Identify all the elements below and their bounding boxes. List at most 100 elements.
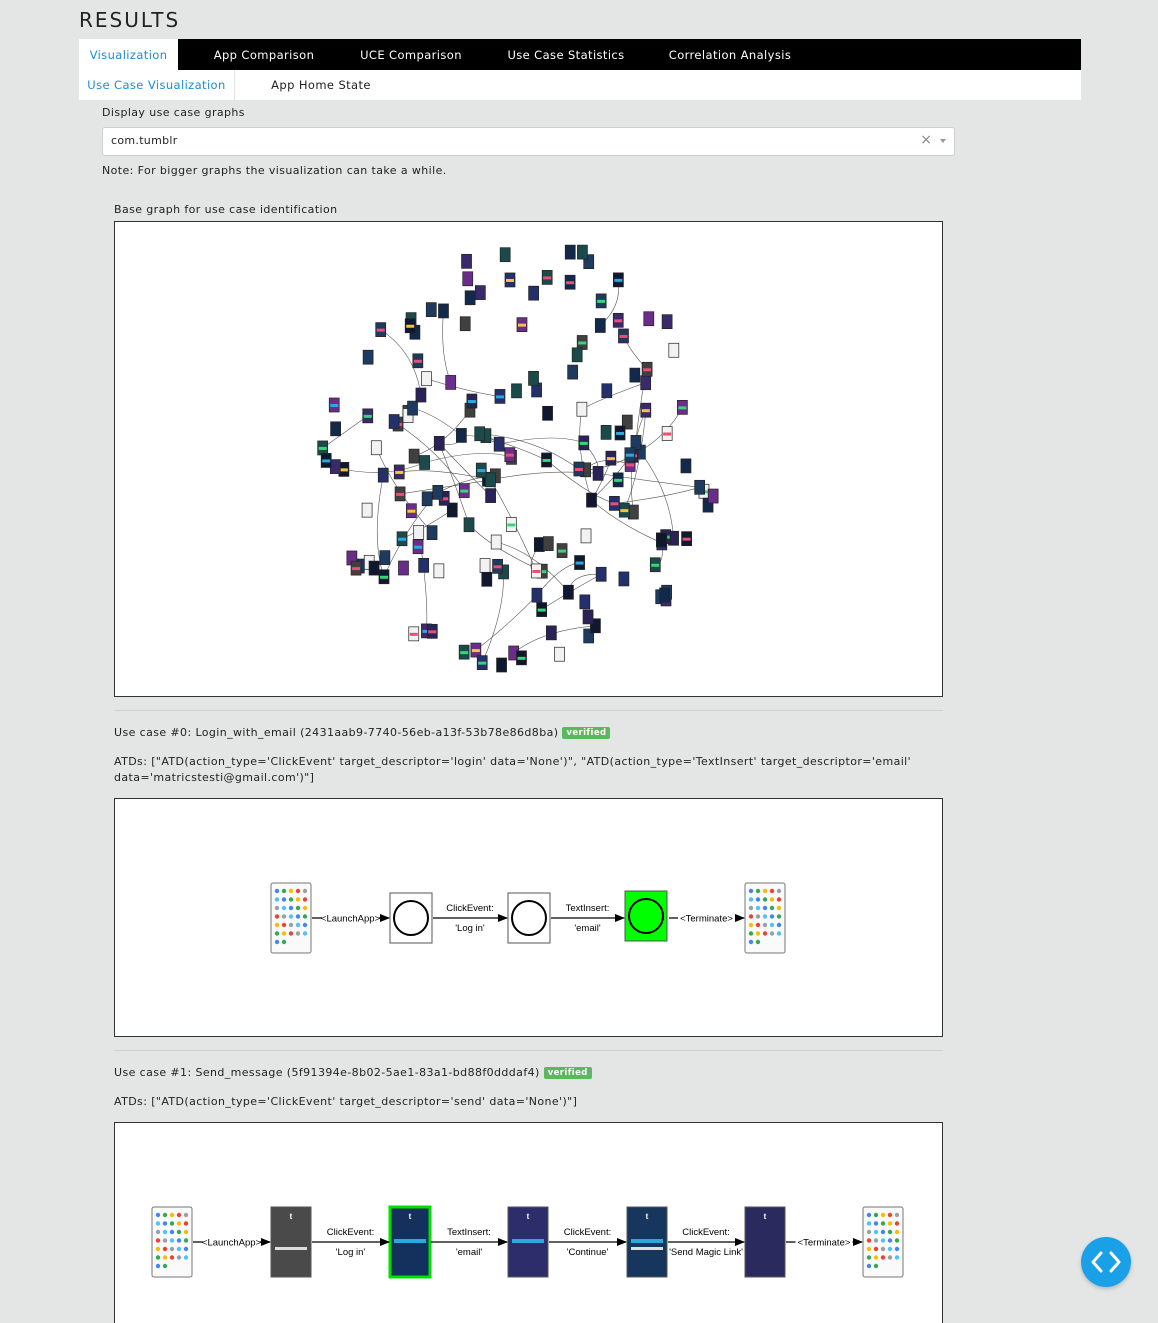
graph-node-thumbnail: [379, 550, 391, 565]
graph-node-thumbnail: [543, 276, 552, 280]
graph-node-thumbnail: [597, 299, 606, 303]
graph-node-thumbnail: [462, 271, 474, 287]
graph-node-thumbnail: [330, 421, 341, 437]
screen-thumbnail: t: [388, 1205, 432, 1279]
graph-node-thumbnail: [574, 468, 583, 472]
edge-label: TextInsert:: [566, 903, 610, 914]
tab-use-case-statistics[interactable]: Use Case Statistics: [472, 39, 660, 70]
verified-badge: verified: [543, 1067, 592, 1079]
tab-uce-comparison[interactable]: UCE Comparison: [350, 39, 472, 70]
graph-node-thumbnail: [479, 558, 491, 573]
use-case-0-graph[interactable]: <LaunchApp> ClickEvent: 'Log in' TextInsert…: [114, 798, 943, 1037]
graph-node-thumbnail: [493, 565, 502, 569]
graph-node-thumbnail: [505, 453, 514, 457]
graph-node-thumbnail: [618, 571, 630, 587]
graph-node-thumbnail: [542, 405, 553, 421]
graph-node-thumbnail: [571, 347, 583, 363]
chevron-down-icon[interactable]: [940, 139, 946, 143]
graph-node-thumbnail: [582, 609, 594, 625]
section-divider: [114, 1050, 943, 1051]
graph-node-thumbnail: [546, 625, 557, 641]
graph-node-thumbnail: [610, 502, 619, 506]
graph-node-thumbnail: [495, 395, 504, 399]
graph-node-thumbnail: [600, 425, 612, 440]
graph-node-thumbnail: [433, 436, 445, 451]
code-view-button[interactable]: [1081, 1237, 1131, 1287]
base-graph-nodes: [317, 244, 719, 673]
graph-select-dropdown[interactable]: com.tumblr ×: [102, 127, 955, 156]
tab-visualization[interactable]: Visualization: [79, 39, 178, 70]
edge-label: ClickEvent:: [564, 1227, 612, 1238]
graph-node-thumbnail: [661, 314, 673, 330]
graph-node-thumbnail: [707, 488, 719, 504]
base-graph-canvas[interactable]: [114, 221, 943, 697]
graph-node-thumbnail: [606, 457, 615, 461]
graph-edge: [442, 310, 452, 383]
note-text: Note: For bigger graphs the visualizatio…: [102, 164, 447, 177]
graph-node-thumbnail: [511, 383, 522, 399]
graph-node-thumbnail: [370, 440, 382, 456]
edge-label: 'Continue': [567, 1247, 609, 1258]
graph-node-thumbnail: [625, 453, 634, 457]
graph-node-thumbnail: [471, 649, 480, 653]
screen-thumbnail: t: [270, 1206, 312, 1278]
graph-node-thumbnail: [460, 489, 469, 493]
screen-thumbnail: t: [507, 1206, 549, 1278]
main-tab-bar: Visualization App Comparison UCE Compari…: [79, 39, 1081, 70]
graph-node-thumbnail: [564, 244, 576, 260]
final-state-node: [624, 890, 668, 942]
graph-node-thumbnail: [499, 247, 511, 263]
graph-node-thumbnail: [655, 532, 667, 548]
graph-node-thumbnail: [478, 661, 487, 665]
use-case-0-heading: Use case #0: Login_with_email (2431aab9-…: [114, 726, 611, 739]
graph-edge: [426, 378, 500, 397]
graph-node-thumbnail: [601, 383, 613, 399]
graph-node-thumbnail: [626, 463, 635, 467]
use-case-1-graph[interactable]: t t t t t <LaunchApp> ClickEvent: 'Log in' TextI…: [114, 1122, 943, 1323]
graph-node-thumbnail: [415, 387, 427, 403]
graph-node-thumbnail: [619, 334, 628, 338]
sub-tab-bar: Use Case Visualization App Home State: [79, 70, 1081, 100]
state-node: [389, 892, 433, 944]
graph-node-thumbnail: [409, 632, 418, 636]
graph-node-thumbnail: [614, 278, 623, 282]
tab-app-comparison[interactable]: App Comparison: [178, 39, 350, 70]
tab-correlation-analysis[interactable]: Correlation Analysis: [660, 39, 800, 70]
graph-node-thumbnail: [459, 316, 471, 332]
graph-node-thumbnail: [506, 278, 515, 282]
graph-node-thumbnail: [668, 342, 680, 358]
graph-edge: [614, 486, 700, 504]
graph-node-thumbnail: [376, 328, 385, 332]
graph-node-thumbnail: [563, 584, 574, 600]
tumblr-logo-icon: t: [646, 1212, 649, 1221]
edge-label: ClickEvent:: [446, 903, 494, 914]
graph-node-thumbnail: [577, 244, 588, 260]
clear-icon[interactable]: ×: [920, 132, 932, 148]
subtab-app-home-state[interactable]: App Home State: [235, 70, 407, 100]
graph-node-thumbnail: [694, 479, 706, 495]
code-brackets-icon: [1091, 1251, 1121, 1273]
graph-edge: [475, 594, 538, 651]
graph-node-thumbnail: [396, 492, 405, 496]
use-case-1-graph-svg: t t t t t <LaunchApp> ClickEvent: 'Log in' TextI…: [151, 1205, 904, 1279]
state-node: [507, 892, 551, 944]
graph-node-thumbnail: [542, 536, 554, 551]
graph-node-thumbnail: [537, 608, 546, 612]
graph-node-thumbnail: [595, 566, 607, 582]
subtab-use-case-visualization[interactable]: Use Case Visualization: [79, 70, 235, 100]
edge-label: 'Log in': [455, 923, 485, 934]
graph-node-thumbnail: [362, 349, 374, 365]
graph-node-thumbnail: [663, 432, 672, 436]
graph-node-thumbnail: [575, 561, 584, 565]
graph-node-thumbnail: [517, 656, 526, 660]
graph-node-thumbnail: [408, 448, 420, 464]
graph-node-thumbnail: [566, 281, 575, 285]
graph-node-thumbnail: [528, 285, 539, 301]
graph-node-thumbnail: [576, 401, 588, 417]
edge-label: <LaunchApp>: [202, 1238, 262, 1249]
graph-node-thumbnail: [628, 504, 639, 520]
graph-node-thumbnail: [388, 414, 400, 429]
edge-label: <Terminate>: [680, 914, 733, 925]
graph-node-thumbnail: [398, 537, 407, 541]
use-case-0-atds-line-2: data='matricstesti@gmail.com')"]: [114, 771, 315, 784]
